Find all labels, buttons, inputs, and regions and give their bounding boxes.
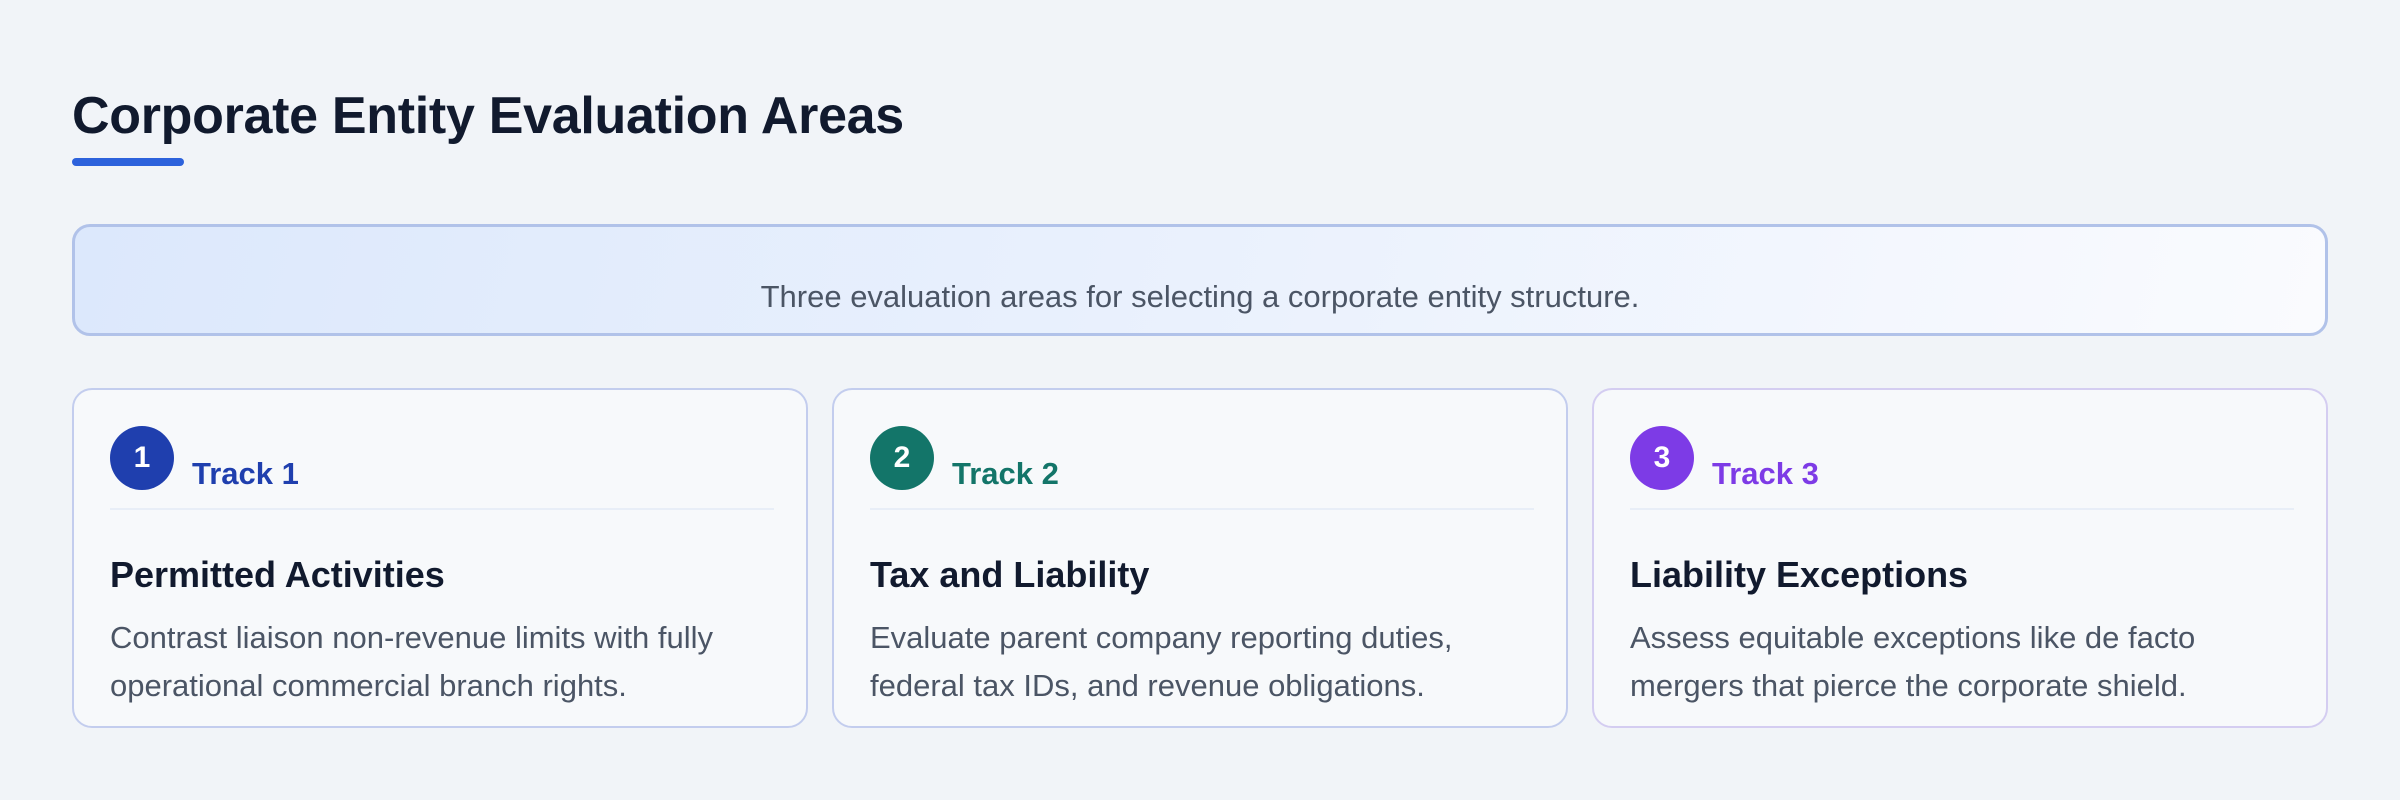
card-description: Contrast liaison non-revenue limits with… [110,620,714,703]
track-label: Track 1 [192,456,299,491]
track-number-badge: 3 [1630,426,1694,490]
title-underline [72,158,184,166]
card-divider [1630,508,2294,510]
track-card-3: 3 Track 3 Liability Exceptions Assess eq… [1592,388,2328,728]
page-title: Corporate Entity Evaluation Areas [72,87,904,145]
track-card-1: 1 Track 1 Permitted Activities Contrast … [72,388,808,728]
card-description: Evaluate parent company reporting duties… [870,620,1453,703]
intro-banner: Three evaluation areas for selecting a c… [72,224,2328,336]
track-label: Track 2 [952,456,1059,491]
track-number-badge: 1 [110,426,174,490]
track-number-badge: 2 [870,426,934,490]
card-description: Assess equitable exceptions like de fact… [1630,620,2196,703]
intro-text: Three evaluation areas for selecting a c… [760,279,1640,314]
track-card-2: 2 Track 2 Tax and Liability Evaluate par… [832,388,1568,728]
card-divider [110,508,774,510]
track-cards: 1 Track 1 Permitted Activities Contrast … [72,388,2328,728]
card-title: Liability Exceptions [1630,554,1969,595]
card-divider [870,508,1534,510]
track-label: Track 3 [1712,456,1819,491]
card-title: Permitted Activities [110,554,445,595]
card-title: Tax and Liability [870,554,1150,595]
